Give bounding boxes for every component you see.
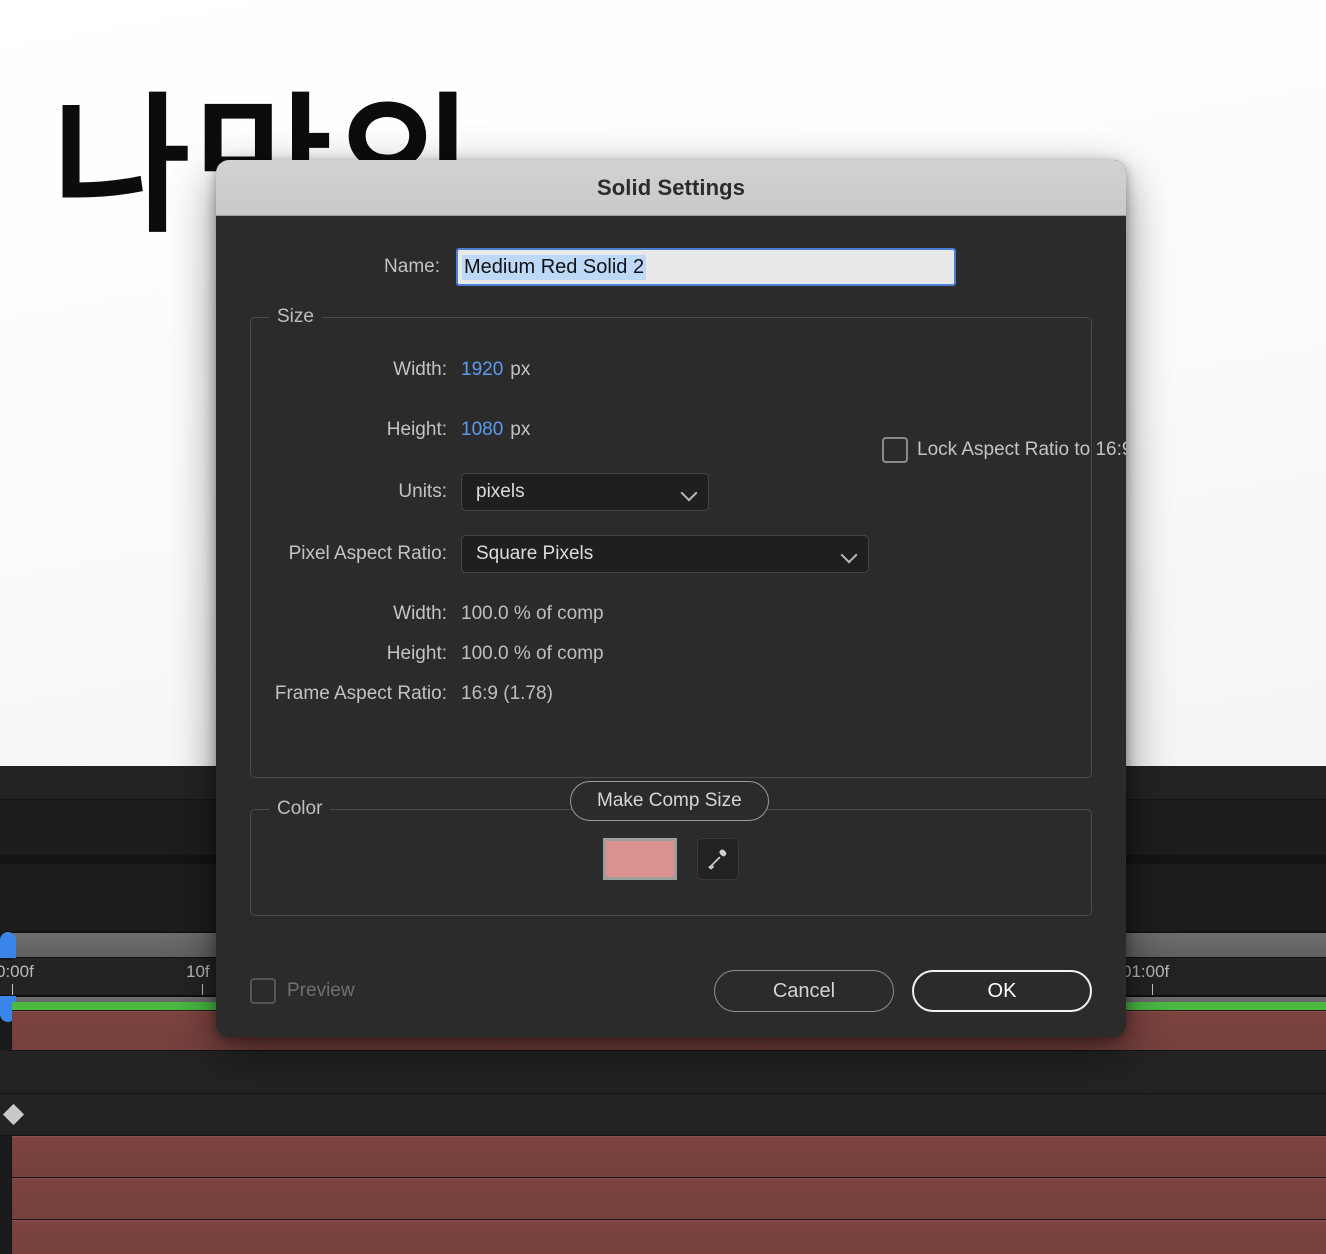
timecode-mid: 10f xyxy=(186,962,210,981)
name-input[interactable]: Medium Red Solid 2 xyxy=(456,248,956,286)
name-label: Name: xyxy=(384,256,440,277)
ok-button[interactable]: OK xyxy=(912,970,1092,1012)
percent-height-row: Height: 100.0 % of comp xyxy=(269,634,1073,674)
percent-width-value: 100.0 % of comp xyxy=(461,603,604,624)
ruler-tick xyxy=(202,984,203,995)
lock-aspect-ratio-row[interactable]: Lock Aspect Ratio to 16:9 (1.78) xyxy=(882,437,1126,463)
width-value[interactable]: 1920 xyxy=(461,359,503,381)
ruler-tick xyxy=(1152,984,1153,995)
timecode-right: 01:00f xyxy=(1122,962,1170,981)
chevron-down-icon xyxy=(680,484,698,502)
timeline-row[interactable] xyxy=(0,1094,1326,1136)
height-label: Height: xyxy=(386,419,447,440)
timeline-layer-bar[interactable] xyxy=(12,1136,1326,1178)
make-comp-size-button[interactable]: Make Comp Size xyxy=(570,781,769,821)
name-row: Name: Medium Red Solid 2 xyxy=(250,216,1092,286)
width-row: Width: 1920 px xyxy=(269,350,1073,390)
percent-height-value: 100.0 % of comp xyxy=(461,643,604,664)
preview-checkbox[interactable] xyxy=(250,978,276,1004)
eyedropper-button[interactable] xyxy=(697,838,739,880)
percent-width-row: Width: 100.0 % of comp xyxy=(269,594,1073,634)
solid-settings-dialog: Solid Settings Name: Medium Red Solid 2 … xyxy=(216,160,1126,1037)
width-label: Width: xyxy=(393,359,447,380)
dialog-footer: Preview Cancel OK xyxy=(216,945,1126,1037)
color-controls xyxy=(269,820,1073,880)
name-input-value[interactable]: Medium Red Solid 2 xyxy=(462,254,647,280)
preview-label: Preview xyxy=(287,980,355,1001)
units-select[interactable]: pixels xyxy=(461,473,709,511)
height-value[interactable]: 1080 xyxy=(461,419,503,441)
percent-width-label: Width: xyxy=(393,603,447,624)
lock-aspect-ratio-label: Lock Aspect Ratio to 16:9 (1.78) xyxy=(917,439,1126,460)
color-swatch[interactable] xyxy=(603,838,677,880)
size-group: Size Width: 1920 px Height: 1080 px Unit… xyxy=(250,306,1092,778)
units-row: Units: pixels xyxy=(269,472,1073,512)
pixel-aspect-ratio-value: Square Pixels xyxy=(476,543,594,564)
chevron-down-icon xyxy=(840,546,858,564)
eyedropper-icon xyxy=(708,849,727,870)
pixel-aspect-ratio-label: Pixel Aspect Ratio: xyxy=(288,543,447,564)
screen: 나만의 0:00f 10f 01:00f xyxy=(0,0,1326,1254)
dialog-body: Name: Medium Red Solid 2 Size Width: 192… xyxy=(216,216,1126,1037)
percent-height-label: Height: xyxy=(386,643,447,664)
pixel-aspect-ratio-select[interactable]: Square Pixels xyxy=(461,535,869,573)
timecode-left: 0:00f xyxy=(0,962,34,981)
dialog-title: Solid Settings xyxy=(596,174,746,200)
cancel-button[interactable]: Cancel xyxy=(714,970,894,1012)
units-label: Units: xyxy=(398,481,447,502)
frame-aspect-ratio-row: Frame Aspect Ratio: 16:9 (1.78) xyxy=(269,674,1073,714)
lock-aspect-ratio-checkbox[interactable] xyxy=(882,437,908,463)
pixel-aspect-ratio-row: Pixel Aspect Ratio: Square Pixels xyxy=(269,534,1073,574)
frame-aspect-ratio-value: 16:9 (1.78) xyxy=(461,683,553,704)
height-unit: px xyxy=(510,419,531,440)
dialog-title-bar: Solid Settings xyxy=(216,160,1126,216)
size-group-legend: Size xyxy=(277,306,314,327)
units-select-value: pixels xyxy=(476,481,525,502)
width-unit: px xyxy=(510,359,531,380)
timeline-layer-bar[interactable] xyxy=(12,1220,1326,1254)
keyframe-marker[interactable] xyxy=(2,1103,25,1126)
preview-row[interactable]: Preview xyxy=(250,978,355,1004)
timeline-layer-bar[interactable] xyxy=(12,1178,1326,1220)
color-group-legend: Color xyxy=(277,798,323,819)
frame-aspect-ratio-label: Frame Aspect Ratio: xyxy=(274,683,447,704)
playhead-marker-top[interactable] xyxy=(0,932,16,958)
ruler-tick xyxy=(12,984,13,995)
timeline-row[interactable] xyxy=(0,1051,1326,1094)
